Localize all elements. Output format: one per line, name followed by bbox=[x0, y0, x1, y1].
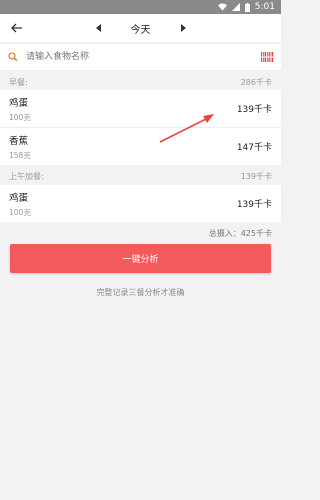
search-icon bbox=[8, 52, 18, 62]
search-input[interactable] bbox=[24, 51, 273, 63]
food-kcal: 139千卡 bbox=[236, 200, 272, 210]
food-kcal: 147千卡 bbox=[236, 143, 272, 153]
next-day-button[interactable] bbox=[180, 24, 186, 32]
barcode-scan-icon[interactable] bbox=[260, 49, 274, 65]
meal-card-morning-snack: 鸡蛋 100克 139千卡 bbox=[0, 185, 281, 222]
food-qty: 100克 bbox=[9, 112, 31, 122]
back-button[interactable] bbox=[9, 20, 25, 36]
status-time: 5:01 bbox=[254, 2, 275, 12]
meal-name: 上午加餐: bbox=[9, 171, 44, 181]
food-kcal: 139千卡 bbox=[236, 105, 272, 115]
food-qty: 158克 bbox=[9, 150, 31, 160]
status-bar: 5:01 bbox=[0, 0, 281, 14]
meal-total: 286千卡 bbox=[240, 77, 272, 87]
food-row[interactable]: 鸡蛋 100克 139千卡 bbox=[0, 90, 281, 128]
total-intake: 总摄入：425千卡 bbox=[0, 224, 281, 242]
food-row[interactable]: 香蕉 158克 147千卡 bbox=[0, 128, 281, 165]
meal-name: 早餐: bbox=[9, 77, 28, 87]
food-name: 香蕉 bbox=[9, 135, 29, 147]
analyze-button[interactable]: 一键分析 bbox=[10, 244, 271, 273]
meal-card-breakfast: 鸡蛋 100克 139千卡 香蕉 158克 147千卡 bbox=[0, 90, 281, 165]
previous-day-button[interactable] bbox=[95, 24, 101, 32]
search-bar bbox=[0, 43, 281, 71]
analyze-button-label: 一键分析 bbox=[122, 255, 159, 265]
meal-total: 139千卡 bbox=[240, 171, 272, 181]
battery-icon bbox=[244, 2, 250, 12]
signal-icon bbox=[231, 3, 240, 11]
meal-header-breakfast: 早餐: 286千卡 bbox=[0, 74, 281, 90]
wifi-icon bbox=[217, 3, 227, 11]
top-bar: 今天 bbox=[0, 14, 281, 42]
meal-header-morning-snack: 上午加餐: 139千卡 bbox=[0, 167, 281, 185]
tip-text: 完整记录三餐分析才准确 bbox=[96, 288, 185, 297]
food-row[interactable]: 鸡蛋 100克 139千卡 bbox=[0, 185, 281, 222]
date-nav: 今天 bbox=[95, 21, 186, 36]
total-intake-label: 总摄入：425千卡 bbox=[208, 228, 272, 238]
arrow-left-icon bbox=[11, 23, 22, 33]
food-name: 鸡蛋 bbox=[9, 192, 29, 204]
food-name: 鸡蛋 bbox=[9, 97, 29, 109]
food-qty: 100克 bbox=[9, 207, 31, 217]
date-label: 今天 bbox=[130, 24, 151, 36]
